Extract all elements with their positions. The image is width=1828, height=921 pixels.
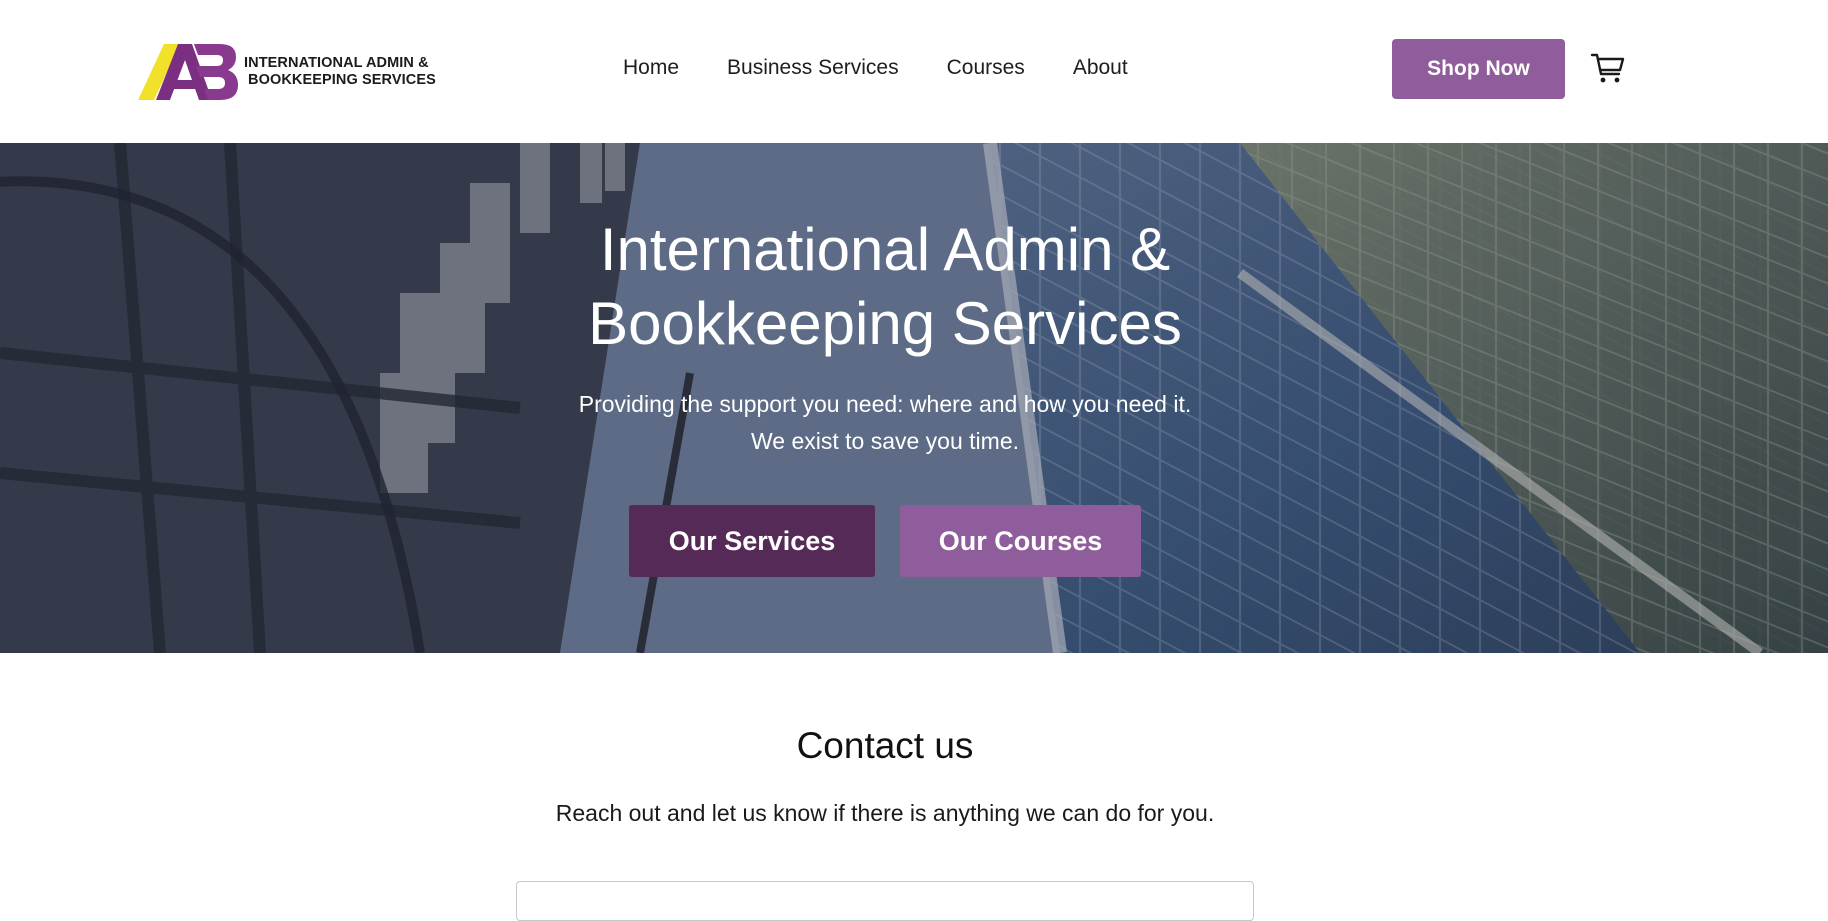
nav-about[interactable]: About	[1073, 56, 1128, 80]
hero-banner: International Admin & Bookkeeping Servic…	[0, 143, 1828, 653]
contact-title: Contact us	[796, 725, 974, 766]
shop-now-button[interactable]: Shop Now	[1392, 39, 1565, 99]
site-header: INTERNATIONAL ADMIN & BOOKKEEPING SERVIC…	[0, 0, 1828, 143]
hero-subtitle-line-1: Providing the support you need: where an…	[578, 391, 1192, 417]
ab-logo-icon	[138, 44, 238, 100]
contact-subtitle: Reach out and let us know if there is an…	[555, 800, 1215, 826]
hero-actions: Our Services Our Courses	[629, 505, 1141, 577]
our-courses-button[interactable]: Our Courses	[900, 505, 1141, 577]
nav-courses[interactable]: Courses	[947, 56, 1025, 80]
hero-title-line-1: International Admin &	[599, 216, 1171, 283]
main-nav: Home Business Services Courses About	[623, 56, 1128, 80]
nav-home[interactable]: Home	[623, 56, 679, 80]
logo-line-1: INTERNATIONAL ADMIN &	[244, 55, 429, 71]
nav-business-services[interactable]: Business Services	[727, 56, 899, 80]
contact-form-field[interactable]	[516, 881, 1254, 921]
hero-title: International Admin & Bookkeeping Servic…	[0, 213, 1770, 361]
logo-line-2: BOOKKEEPING SERVICES	[248, 72, 436, 88]
logo-wordmark: INTERNATIONAL ADMIN & BOOKKEEPING SERVIC…	[244, 55, 436, 89]
hero-subtitle-line-2: We exist to save you time.	[750, 428, 1019, 454]
hero-subtitle: Providing the support you need: where an…	[0, 386, 1770, 460]
hero-title-line-2: Bookkeeping Services	[588, 290, 1182, 357]
cart-icon[interactable]	[1590, 50, 1626, 86]
brand-logo[interactable]: INTERNATIONAL ADMIN & BOOKKEEPING SERVIC…	[138, 42, 436, 102]
our-services-button[interactable]: Our Services	[629, 505, 875, 577]
